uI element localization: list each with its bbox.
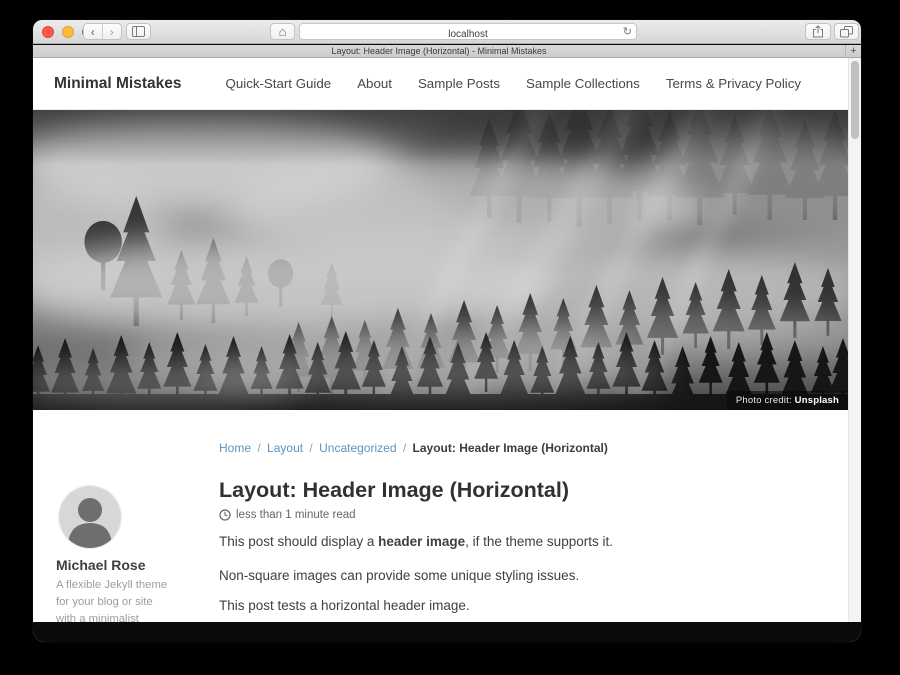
share-button[interactable] [805, 23, 831, 40]
tab-overview-button[interactable] [834, 23, 859, 40]
url-input[interactable] [300, 27, 636, 42]
avatar-silhouette-icon [59, 486, 121, 548]
author-name: Michael Rose [56, 557, 145, 573]
tabs-icon [840, 26, 853, 38]
forward-icon: › [110, 26, 114, 38]
forward-button[interactable]: › [103, 24, 121, 39]
breadcrumb-separator: / [309, 441, 312, 455]
page-footer [33, 622, 861, 642]
breadcrumb: Home / Layout / Uncategorized / Layout: … [219, 441, 608, 455]
nav-item-quick-start-guide[interactable]: Quick-Start Guide [226, 76, 332, 91]
breadcrumb-layout[interactable]: Layout [267, 441, 303, 455]
site-masthead: Minimal Mistakes Quick-Start Guide About… [33, 58, 848, 110]
back-button[interactable]: ‹ [84, 24, 103, 39]
active-tab[interactable]: Layout: Header Image (Horizontal) - Mini… [33, 45, 845, 57]
tab-bar: Layout: Header Image (Horizontal) - Mini… [33, 45, 861, 58]
sidebar-toggle-button[interactable] [126, 23, 151, 40]
breadcrumb-current: Layout: Header Image (Horizontal) [413, 441, 608, 455]
new-tab-button[interactable]: + [845, 45, 861, 57]
nav-item-sample-posts[interactable]: Sample Posts [418, 76, 500, 91]
sidebar-icon [132, 26, 145, 37]
plus-icon: + [850, 45, 856, 57]
tab-title: Layout: Header Image (Horizontal) - Mini… [331, 46, 546, 56]
photo-credit-link[interactable]: Unsplash [795, 395, 839, 406]
paragraph-bold-text: header image [378, 534, 465, 549]
read-time-label: less than 1 minute read [236, 509, 356, 521]
read-time: less than 1 minute read [219, 509, 356, 521]
home-button[interactable]: ⌂ [270, 23, 295, 40]
home-icon: ⌂ [279, 25, 287, 38]
post-paragraph: Non-square images can provide some uniqu… [219, 568, 579, 583]
share-icon [812, 25, 824, 38]
nav-item-about[interactable]: About [357, 76, 392, 91]
post-section: Home / Layout / Uncategorized / Layout: … [33, 410, 848, 622]
paragraph-text: , if the theme supports it. [465, 534, 613, 549]
clock-icon [219, 509, 231, 521]
page-scrollbar[interactable] [848, 58, 861, 622]
breadcrumb-uncategorized[interactable]: Uncategorized [319, 441, 396, 455]
address-bar: ↻ [299, 23, 637, 40]
photo-credit-label: Photo credit: [736, 395, 792, 406]
nav-item-terms-privacy[interactable]: Terms & Privacy Policy [666, 76, 801, 91]
nav-item-sample-collections[interactable]: Sample Collections [526, 76, 640, 91]
site-title-link[interactable]: Minimal Mistakes [54, 75, 182, 93]
page-content: Minimal Mistakes Quick-Start Guide About… [33, 58, 861, 642]
post-paragraph: This post tests a horizontal header imag… [219, 598, 470, 613]
close-window-button[interactable] [42, 26, 54, 38]
back-icon: ‹ [91, 26, 95, 38]
breadcrumb-separator: / [403, 441, 406, 455]
paragraph-text: This post should display a [219, 534, 378, 549]
header-image: Photo credit: Unsplash [33, 110, 848, 410]
browser-titlebar: ‹ › ⌂ ↻ [33, 20, 861, 44]
reload-icon[interactable]: ↻ [623, 25, 632, 38]
minimize-window-button[interactable] [62, 26, 74, 38]
browser-window: ‹ › ⌂ ↻ [33, 20, 861, 642]
history-nav-control: ‹ › [83, 23, 122, 40]
scrollbar-thumb[interactable] [851, 61, 859, 139]
post-paragraph: This post should display a header image,… [219, 534, 613, 549]
breadcrumb-home[interactable]: Home [219, 441, 251, 455]
photo-credit: Photo credit: Unsplash [727, 391, 848, 410]
author-avatar [59, 486, 121, 548]
breadcrumb-separator: / [257, 441, 260, 455]
page-title: Layout: Header Image (Horizontal) [219, 478, 569, 503]
site-nav: Quick-Start Guide About Sample Posts Sam… [226, 76, 802, 91]
foggy-forest-illustration [33, 110, 848, 410]
